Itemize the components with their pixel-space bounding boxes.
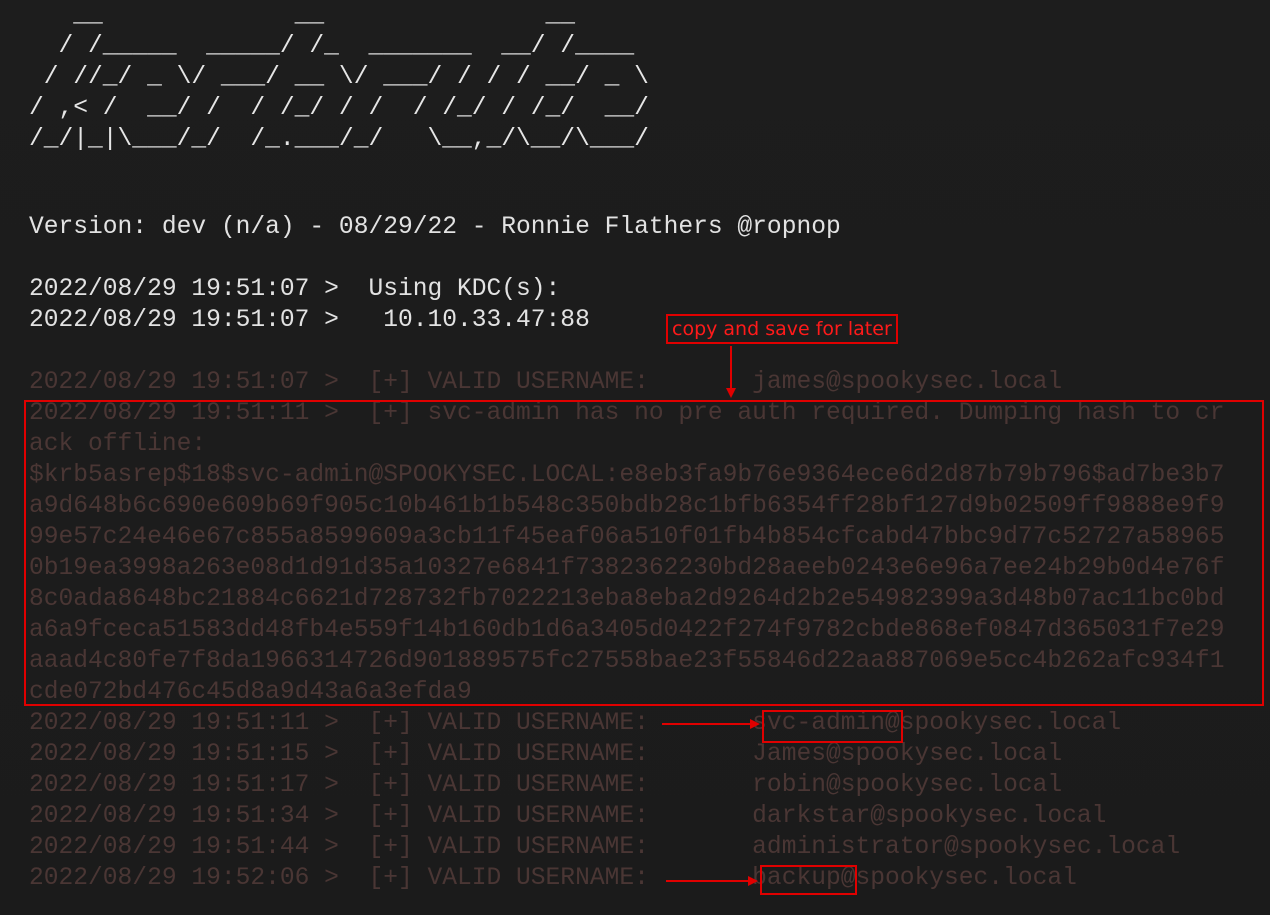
kdc-line: 2022/08/29 19:51:07 > 10.10.33.47:88 bbox=[29, 307, 590, 334]
log-line: 2022/08/29 19:51:11 > [+] VALID USERNAME… bbox=[29, 710, 1122, 737]
log-line: 2022/08/29 19:51:17 > [+] VALID USERNAME… bbox=[29, 772, 1063, 799]
log-line: 2022/08/29 19:51:44 > [+] VALID USERNAME… bbox=[29, 834, 1181, 861]
log-line: 2022/08/29 19:52:06 > [+] VALID USERNAME… bbox=[29, 865, 1077, 892]
version-line: Version: dev (n/a) - 08/29/22 - Ronnie F… bbox=[29, 214, 841, 241]
banner-line: /_/|_|\___/_/ /_.___/_/ \__,_/\__/\___/ bbox=[29, 126, 649, 153]
hash-highlight-box bbox=[24, 400, 1264, 706]
log-line: 2022/08/29 19:51:34 > [+] VALID USERNAME… bbox=[29, 803, 1107, 830]
terminal-window: __ __ __ / /_____ _____/ /_ _______ __/ … bbox=[0, 0, 1270, 915]
log-line: 2022/08/29 19:51:07 > [+] VALID USERNAME… bbox=[29, 369, 1063, 396]
annotation-label: copy and save for later bbox=[666, 314, 898, 344]
banner-line: / ,< / __/ / / /_/ / / / /_/ / /_/ __/ bbox=[29, 95, 649, 122]
kdc-block: 2022/08/29 19:51:07 > Using KDC(s): 2022/… bbox=[29, 274, 590, 336]
ascii-banner: __ __ __ / /_____ _____/ /_ _______ __/ … bbox=[29, 0, 649, 155]
svc-admin-highlight-box bbox=[762, 710, 903, 743]
banner-line: __ __ __ bbox=[29, 2, 576, 29]
log-line: 2022/08/29 19:51:15 > [+] VALID USERNAME… bbox=[29, 741, 1063, 768]
banner-line: / //_/ _ \/ ___/ __ \/ ___/ / / / __/ _ … bbox=[29, 64, 649, 91]
kdc-line: 2022/08/29 19:51:07 > Using KDC(s): bbox=[29, 276, 561, 303]
backup-highlight-box bbox=[760, 865, 857, 895]
banner-line: / /_____ _____/ /_ _______ __/ /____ bbox=[29, 33, 635, 60]
